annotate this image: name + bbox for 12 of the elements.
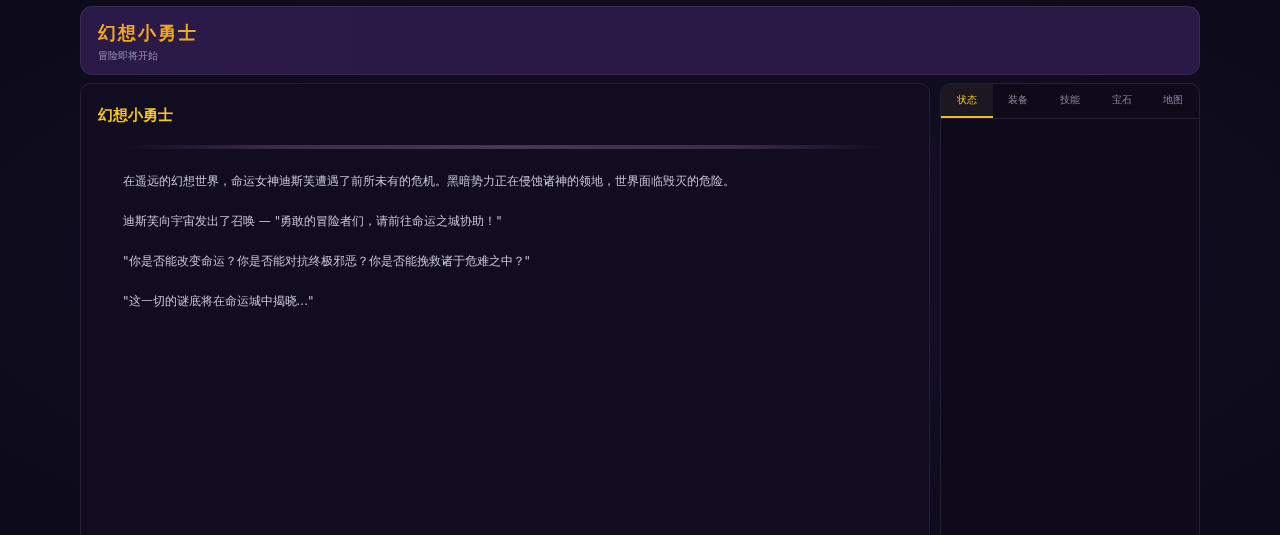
tab[interactable]: 地图	[1147, 84, 1199, 118]
story-paragraph: 迪斯芙向宇宙发出了召唤 — "勇敢的冒险者们，请前往命运之城协助！"	[123, 213, 503, 229]
story-paragraph: 在遥远的幻想世界，命运女神迪斯芙遭遇了前所未有的危机。黑暗势力正在侵蚀诸神的领地，世界面临毁灭的危险。	[123, 173, 736, 189]
story-title: 幻想小勇士	[98, 106, 174, 125]
story-paragraph: "这一切的谜底将在命运城中揭晓..."	[123, 293, 315, 309]
game-subtitle: 冒险即将开始	[98, 49, 159, 63]
tab[interactable]: 装备	[992, 84, 1045, 118]
tab[interactable]: 宝石	[1095, 84, 1148, 118]
game-title: 幻想小勇士	[98, 21, 199, 45]
tab[interactable]: 状态	[941, 84, 993, 118]
story-paragraph: "你是否能改变命运？你是否能对抗终极邪恶？你是否能挽救诸于危难之中？"	[123, 253, 532, 269]
tab[interactable]: 技能	[1044, 84, 1096, 118]
